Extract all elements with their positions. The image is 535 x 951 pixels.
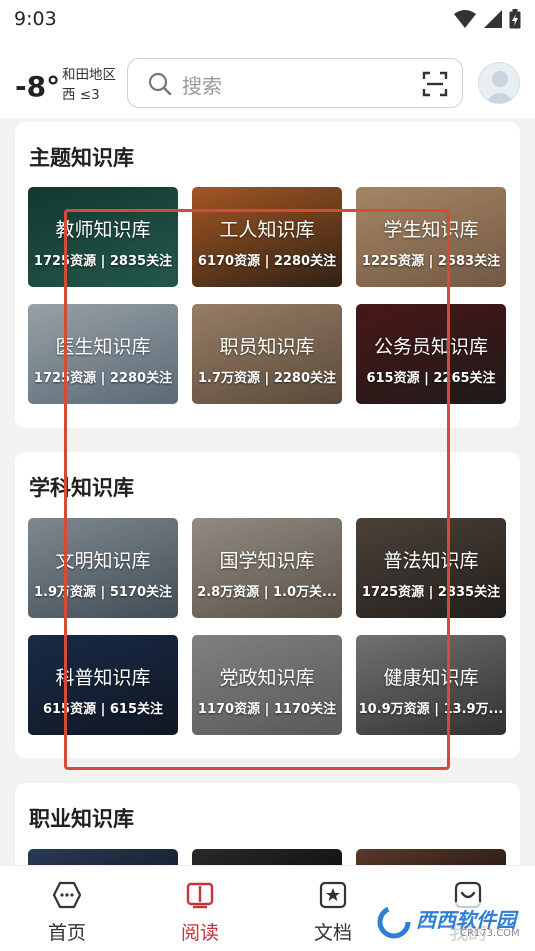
knowledge-tile[interactable]: 普法知识库 1725资源 | 2835关注 bbox=[356, 518, 506, 618]
watermark-logo-icon bbox=[377, 905, 411, 939]
tile-stats: 1170资源 | 1170关注 bbox=[197, 702, 337, 717]
tile-name: 科普知识库 bbox=[55, 667, 151, 689]
knowledge-tile[interactable]: 学生知识库 1225资源 | 2583关注 bbox=[356, 187, 506, 287]
knowledge-tile[interactable]: 教师知识库 1725资源 | 2835关注 bbox=[28, 187, 178, 287]
user-avatar-icon bbox=[485, 71, 515, 103]
section-subject-knowledge: 学科知识库 文明知识库 1.9万资源 | 5170关注 国学知识库 2.8万资源… bbox=[15, 452, 520, 758]
tile-stats: 1225资源 | 2583关注 bbox=[361, 254, 501, 269]
tile-stats: 615资源 | 2265关注 bbox=[366, 371, 496, 386]
status-time: 9:03 bbox=[14, 8, 57, 30]
knowledge-tile[interactable]: 国学知识库 2.8万资源 | 1.0万关... bbox=[192, 518, 342, 618]
tile-name: 公务员知识库 bbox=[373, 336, 488, 358]
tile-stats: 615资源 | 615关注 bbox=[42, 702, 164, 717]
tile-name: 国学知识库 bbox=[219, 550, 315, 572]
scan-icon[interactable] bbox=[422, 71, 448, 97]
tile-name: 职员知识库 bbox=[219, 336, 315, 358]
weather-info[interactable]: 和田地区 西 ≤3 bbox=[62, 65, 116, 105]
tile-stats: 1725资源 | 2835关注 bbox=[361, 585, 501, 600]
section-title: 主题知识库 bbox=[29, 146, 134, 170]
search-icon bbox=[148, 72, 172, 96]
nav-home[interactable]: 首页 bbox=[17, 866, 117, 951]
tile-name: 教师知识库 bbox=[55, 219, 151, 241]
weather-wind: 西 ≤3 bbox=[62, 87, 100, 103]
tile-stats: 1725资源 | 2835关注 bbox=[33, 254, 173, 269]
battery-icon bbox=[509, 9, 521, 29]
nav-label: 首页 bbox=[47, 922, 86, 944]
wifi-icon bbox=[454, 10, 476, 28]
tile-stats: 1.9万资源 | 5170关注 bbox=[33, 585, 172, 600]
tile-stats: 10.9万资源 | 13.9万... bbox=[358, 702, 504, 717]
watermark: 西西软件园 CR173.COM bbox=[368, 902, 520, 942]
knowledge-tile[interactable]: 公务员知识库 615资源 | 2265关注 bbox=[356, 304, 506, 404]
knowledge-tile[interactable]: 科普知识库 615资源 | 615关注 bbox=[28, 635, 178, 735]
nav-label: 阅读 bbox=[180, 922, 219, 944]
tile-stats: 1.7万资源 | 2280关注 bbox=[197, 371, 336, 386]
tile-stats: 1725资源 | 2280关注 bbox=[33, 371, 173, 386]
knowledge-tile[interactable]: 党政知识库 1170资源 | 1170关注 bbox=[192, 635, 342, 735]
nav-read[interactable]: 阅读 bbox=[150, 866, 250, 951]
weather-region: 和田地区 bbox=[62, 67, 116, 83]
section-career-knowledge: 职业知识库 bbox=[15, 783, 520, 873]
tile-name: 党政知识库 bbox=[219, 667, 315, 689]
home-icon bbox=[52, 881, 82, 909]
knowledge-tile[interactable]: 医生知识库 1725资源 | 2280关注 bbox=[28, 304, 178, 404]
weather-temperature[interactable]: -8° bbox=[15, 70, 60, 103]
tile-stats: 6170资源 | 2280关注 bbox=[197, 254, 337, 269]
tile-stats: 2.8万资源 | 1.0万关... bbox=[197, 585, 337, 600]
section-title: 学科知识库 bbox=[29, 476, 134, 500]
book-icon bbox=[186, 882, 214, 909]
status-icons bbox=[453, 9, 521, 29]
knowledge-tile[interactable]: 健康知识库 10.9万资源 | 13.9万... bbox=[356, 635, 506, 735]
section-theme-knowledge: 主题知识库 教师知识库 1725资源 | 2835关注 工人知识库 6170资源… bbox=[15, 122, 520, 428]
tile-name: 文明知识库 bbox=[55, 550, 151, 572]
tile-name: 普法知识库 bbox=[383, 550, 479, 572]
knowledge-tile[interactable]: 职员知识库 1.7万资源 | 2280关注 bbox=[192, 304, 342, 404]
avatar[interactable] bbox=[478, 62, 520, 104]
watermark-subtext: CR173.COM bbox=[460, 928, 520, 939]
tile-name: 工人知识库 bbox=[219, 219, 315, 241]
tile-name: 健康知识库 bbox=[383, 667, 479, 689]
search-bar[interactable]: 搜索 bbox=[127, 58, 463, 108]
knowledge-tile[interactable]: 文明知识库 1.9万资源 | 5170关注 bbox=[28, 518, 178, 618]
search-input[interactable]: 搜索 bbox=[182, 70, 222, 99]
section-title: 职业知识库 bbox=[29, 807, 134, 831]
status-bar: 9:03 bbox=[0, 0, 535, 38]
tile-name: 学生知识库 bbox=[383, 219, 479, 241]
top-bar: -8° 和田地区 西 ≤3 搜索 bbox=[0, 38, 535, 118]
tile-name: 医生知识库 bbox=[55, 336, 151, 358]
signal-icon bbox=[484, 10, 502, 28]
document-star-icon bbox=[319, 881, 347, 909]
knowledge-tile[interactable]: 工人知识库 6170资源 | 2280关注 bbox=[192, 187, 342, 287]
